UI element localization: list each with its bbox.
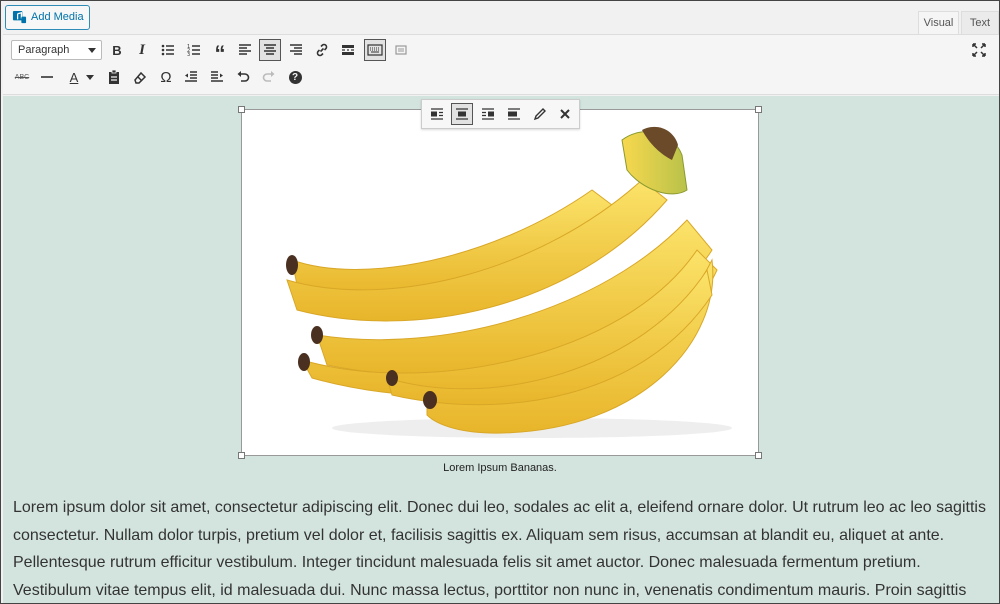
fullscreen-icon[interactable] bbox=[968, 39, 990, 61]
tab-visual[interactable]: Visual bbox=[918, 11, 959, 34]
numbered-list-icon[interactable]: 123 bbox=[183, 39, 205, 61]
editor-content[interactable]: Lorem Ipsum Bananas. Lorem ipsum dolor s… bbox=[3, 96, 999, 603]
redo-icon[interactable] bbox=[258, 66, 280, 88]
toolbar-toggle-icon[interactable] bbox=[364, 39, 386, 61]
blockquote-icon[interactable]: “ bbox=[209, 39, 231, 66]
clear-formatting-icon[interactable] bbox=[129, 66, 151, 88]
align-left-icon[interactable] bbox=[234, 39, 256, 61]
add-media-button[interactable]: Add Media bbox=[5, 5, 90, 30]
bullet-list-icon[interactable] bbox=[157, 39, 179, 61]
help-icon[interactable]: ? bbox=[284, 66, 306, 88]
align-none-icon[interactable] bbox=[503, 103, 525, 125]
align-right-icon[interactable] bbox=[477, 103, 499, 125]
read-more-icon[interactable] bbox=[337, 39, 359, 61]
align-center-icon[interactable] bbox=[451, 103, 473, 125]
edit-icon[interactable] bbox=[529, 103, 551, 125]
special-character-icon[interactable]: Ω bbox=[155, 66, 177, 88]
editor-window: Add Media Visual Text Paragraph B I 123 … bbox=[0, 0, 1000, 604]
chevron-down-icon bbox=[88, 48, 96, 53]
add-media-label: Add Media bbox=[31, 11, 84, 23]
svg-text:3: 3 bbox=[187, 52, 190, 58]
align-right-icon[interactable] bbox=[285, 39, 307, 61]
editor-top-bar: Add Media Visual Text bbox=[1, 1, 999, 34]
undo-icon[interactable] bbox=[232, 66, 254, 88]
resize-handle-bottom-left[interactable] bbox=[238, 452, 245, 459]
resize-handle-top-left[interactable] bbox=[238, 106, 245, 113]
remove-icon[interactable] bbox=[554, 103, 576, 125]
paste-as-text-icon[interactable] bbox=[103, 66, 125, 88]
format-select-value: Paragraph bbox=[18, 44, 70, 56]
horizontal-line-icon[interactable] bbox=[36, 66, 58, 88]
selected-image[interactable] bbox=[241, 109, 759, 456]
align-left-icon[interactable] bbox=[426, 103, 448, 125]
indent-icon[interactable] bbox=[206, 66, 228, 88]
align-center-icon[interactable] bbox=[259, 39, 281, 61]
outdent-icon[interactable] bbox=[180, 66, 202, 88]
italic-icon[interactable]: I bbox=[131, 39, 153, 61]
tab-text[interactable]: Text bbox=[961, 11, 999, 34]
distraction-free-icon[interactable] bbox=[390, 39, 412, 61]
body-paragraph[interactable]: Lorem ipsum dolor sit amet, consectetur … bbox=[13, 494, 988, 603]
link-icon[interactable] bbox=[311, 39, 333, 61]
strikethrough-icon[interactable]: ABC bbox=[11, 66, 33, 88]
bold-icon[interactable]: B bbox=[106, 39, 128, 61]
text-color-icon[interactable]: A bbox=[63, 66, 85, 88]
image-toolbar bbox=[421, 99, 580, 129]
image-caption: Lorem Ipsum Bananas. bbox=[443, 462, 557, 474]
resize-handle-bottom-right[interactable] bbox=[755, 452, 762, 459]
media-icon bbox=[12, 10, 27, 24]
format-select[interactable]: Paragraph bbox=[11, 40, 102, 60]
chevron-down-icon[interactable] bbox=[83, 66, 97, 88]
banana-image bbox=[286, 126, 732, 438]
editor-toolbar: Paragraph B I 123 “ ABC A Ω ? bbox=[3, 34, 999, 95]
resize-handle-top-right[interactable] bbox=[755, 106, 762, 113]
